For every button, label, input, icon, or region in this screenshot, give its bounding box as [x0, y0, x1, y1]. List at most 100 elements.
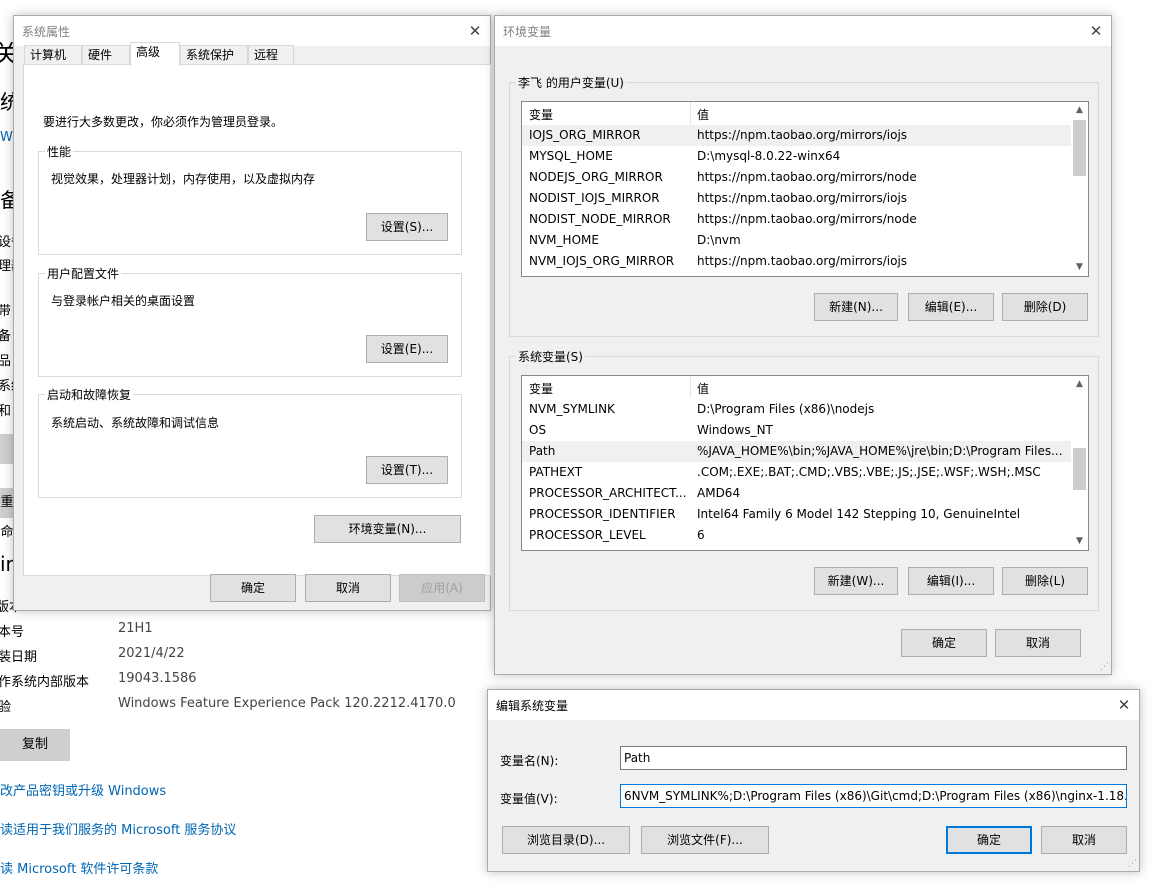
- variable-value: AMD64: [697, 486, 741, 500]
- system-variables-list[interactable]: 变量 值 NVM_SYMLINK D:\Program Files (x86)\…: [521, 375, 1089, 551]
- system-variables-group: 系统变量(S) 变量 值 NVM_SYMLINK D:\Program File…: [509, 348, 1099, 611]
- table-row[interactable]: NVM_IOJS_ORG_MIRROR https://npm.taobao.o…: [522, 251, 1071, 272]
- user-variables-group: 李飞 的用户变量(U) 变量 值 IOJS_ORG_MIRROR https:/…: [509, 74, 1099, 337]
- variable-value: D:\nvm: [697, 233, 741, 247]
- variable-value: Windows_NT: [697, 423, 773, 437]
- group-description: 视觉效果，处理器计划，内存使用，以及虚拟内存: [51, 172, 316, 186]
- button-label: 取消: [1071, 833, 1096, 847]
- variable-value-field[interactable]: 6NVM_SYMLINK%;D:\Program Files (x86)\Git…: [620, 784, 1127, 808]
- close-icon[interactable]: ✕: [1081, 16, 1111, 46]
- user-delete-button[interactable]: 删除(D): [1002, 293, 1088, 321]
- vertical-scrollbar[interactable]: ▲ ▼: [1071, 376, 1088, 550]
- table-row[interactable]: NODIST_NODE_MIRROR https://npm.taobao.or…: [522, 209, 1071, 230]
- system-edit-button[interactable]: 编辑(I)...: [908, 567, 994, 595]
- table-row[interactable]: NODIST_IOJS_MIRROR https://npm.taobao.or…: [522, 188, 1071, 209]
- table-row[interactable]: PROCESSOR_ARCHITECT... AMD64: [522, 483, 1071, 504]
- variable-name: NODEJS_ORG_MIRROR: [529, 170, 663, 184]
- system-new-button[interactable]: 新建(W)...: [814, 567, 898, 595]
- group-description: 系统启动、系统故障和调试信息: [51, 416, 220, 430]
- scroll-up-icon[interactable]: ▲: [1071, 102, 1088, 119]
- button-label: 取消: [1025, 636, 1050, 650]
- table-row[interactable]: IOJS_ORG_MIRROR https://npm.taobao.org/m…: [522, 125, 1071, 146]
- scroll-up-icon[interactable]: ▲: [1071, 376, 1088, 393]
- close-icon[interactable]: ✕: [1109, 690, 1139, 720]
- variable-name: Path: [529, 444, 556, 458]
- column-header-variable[interactable]: 变量: [522, 102, 691, 124]
- title-bar[interactable]: 环境变量 ✕: [495, 16, 1111, 46]
- browse-directory-button[interactable]: 浏览目录(D)...: [502, 826, 630, 854]
- bg-fragment-10: 和: [0, 404, 12, 419]
- edit-ok-button[interactable]: 确定: [946, 826, 1032, 854]
- variable-name-field[interactable]: Path: [620, 746, 1127, 770]
- title-bar[interactable]: 编辑系统变量 ✕: [488, 690, 1139, 720]
- scroll-thumb[interactable]: [1073, 448, 1086, 490]
- table-row[interactable]: NVM_SYMLINK D:\Program Files (x86)\nodej…: [522, 399, 1071, 420]
- button-label: 编辑(I)...: [926, 574, 976, 588]
- link-service-agreement[interactable]: 读适用于我们服务的 Microsoft 服务协议: [0, 819, 236, 838]
- browse-file-button[interactable]: 浏览文件(F)...: [641, 826, 769, 854]
- table-row[interactable]: PROCESSOR_IDENTIFIER Intel64 Family 6 Mo…: [522, 504, 1071, 525]
- system-delete-button[interactable]: 删除(L): [1002, 567, 1088, 595]
- link-product-key[interactable]: 改产品密钥或升级 Windows: [0, 780, 166, 799]
- tab-hardware[interactable]: 硬件: [82, 45, 130, 65]
- user-new-button[interactable]: 新建(N)...: [814, 293, 898, 321]
- user-profile-group: 用户配置文件 与登录帐户相关的桌面设置 设置(E)...: [38, 265, 462, 377]
- env-cancel-button[interactable]: 取消: [995, 629, 1081, 657]
- table-row[interactable]: NVM_HOME D:\nvm: [522, 230, 1071, 251]
- tab-system-protection[interactable]: 系统保护: [180, 45, 248, 65]
- vertical-scrollbar[interactable]: ▲ ▼: [1071, 102, 1088, 276]
- scroll-down-icon[interactable]: ▼: [1071, 533, 1088, 550]
- copy-button[interactable]: 复制: [0, 729, 70, 761]
- button-label: 确定: [931, 636, 956, 650]
- environment-variables-button[interactable]: 环境变量(N)...: [314, 515, 461, 543]
- column-header-value[interactable]: 值: [692, 376, 714, 398]
- table-row[interactable]: NODEJS_ORG_MIRROR https://npm.taobao.org…: [522, 167, 1071, 188]
- button-label: 新建(N)...: [829, 300, 883, 314]
- system-properties-window: 系统属性 ✕ 计算机名 硬件 高级 系统保护 远程 要进行大多数更改，你必须作为…: [13, 15, 491, 611]
- environment-variables-window: 环境变量 ✕ 李飞 的用户变量(U) 变量 值 IOJS_ORG_MIRROR …: [494, 15, 1112, 675]
- table-row[interactable]: OS Windows_NT: [522, 420, 1071, 441]
- bg-button-fragment[interactable]: [0, 434, 14, 464]
- startup-settings-button[interactable]: 设置(T)...: [366, 456, 448, 484]
- user-profile-settings-button[interactable]: 设置(E)...: [366, 335, 448, 363]
- window-title: 环境变量: [503, 25, 552, 39]
- advanced-tab-panel: 要进行大多数更改，你必须作为管理员登录。 性能 视觉效果，处理器计划，内存使用，…: [23, 64, 491, 576]
- bg-fragment-8: 品: [0, 354, 12, 369]
- table-row[interactable]: MYSQL_HOME D:\mysql-8.0.22-winx64: [522, 146, 1071, 167]
- button-label: 应用(A): [421, 581, 463, 595]
- button-label: 环境变量(N)...: [348, 522, 427, 536]
- scroll-thumb[interactable]: [1073, 120, 1086, 176]
- tab-computer-name[interactable]: 计算机名: [24, 45, 82, 80]
- resize-grip-icon[interactable]: ⋰: [1128, 859, 1137, 869]
- column-header-value[interactable]: 值: [692, 102, 714, 124]
- variable-value: https://npm.taobao.org/mirrors/iojs: [697, 191, 908, 205]
- apply-button[interactable]: 应用(A): [399, 574, 485, 602]
- link-license-terms[interactable]: 读 Microsoft 软件许可条款: [0, 858, 158, 877]
- ok-button[interactable]: 确定: [210, 574, 296, 602]
- table-row[interactable]: Path %JAVA_HOME%\bin;%JAVA_HOME%\jre\bin…: [522, 441, 1071, 462]
- cancel-button[interactable]: 取消: [305, 574, 391, 602]
- performance-settings-button[interactable]: 设置(S)...: [366, 213, 448, 241]
- close-icon[interactable]: ✕: [460, 16, 490, 46]
- bg-spec-label-3: 作系统内部版本: [0, 675, 90, 690]
- table-row[interactable]: PATHEXT .COM;.EXE;.BAT;.CMD;.VBS;.VBE;.J…: [522, 462, 1071, 483]
- user-variables-list[interactable]: 变量 值 IOJS_ORG_MIRROR https://npm.taobao.…: [521, 101, 1089, 277]
- table-row[interactable]: PROCESSOR_LEVEL 6: [522, 525, 1071, 546]
- column-header-variable[interactable]: 变量: [522, 376, 691, 398]
- resize-grip-icon[interactable]: ⋰: [1100, 662, 1109, 672]
- variable-value: D:\Program Files (x86)\nodejs: [697, 402, 875, 416]
- button-label: 编辑(E)...: [924, 300, 978, 314]
- title-bar[interactable]: 系统属性 ✕: [14, 16, 490, 46]
- edit-cancel-button[interactable]: 取消: [1041, 826, 1127, 854]
- list-header: 变量 值: [522, 376, 1071, 398]
- user-edit-button[interactable]: 编辑(E)...: [908, 293, 994, 321]
- env-ok-button[interactable]: 确定: [901, 629, 987, 657]
- tab-remote[interactable]: 远程: [248, 45, 294, 65]
- variable-name: NVM_IOJS_ORG_MIRROR: [529, 254, 675, 268]
- variable-name: NVM_HOME: [529, 233, 599, 247]
- variable-name: NVM_SYMLINK: [529, 402, 615, 416]
- scroll-down-icon[interactable]: ▼: [1071, 259, 1088, 276]
- button-label: 设置(E)...: [380, 342, 434, 356]
- bg-rename-button[interactable]: 重命: [0, 488, 14, 540]
- tab-advanced[interactable]: 高级: [130, 42, 180, 66]
